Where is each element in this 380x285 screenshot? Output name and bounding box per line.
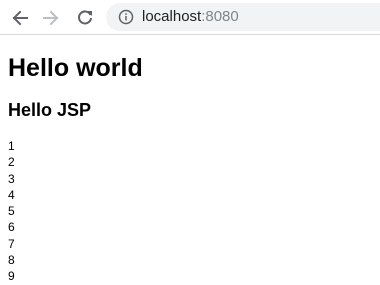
list-item: 2 [8, 155, 15, 170]
forward-button[interactable] [40, 7, 62, 29]
list-item: 4 [8, 187, 15, 202]
info-icon[interactable] [118, 9, 134, 25]
number-list: 1 2 3 4 5 6 7 8 9 [8, 138, 15, 285]
page-subheading: Hello JSP [8, 100, 92, 120]
reload-icon [78, 10, 92, 25]
list-item: 9 [8, 269, 15, 284]
list-item: 5 [8, 204, 15, 219]
forward-arrow-icon [43, 10, 59, 26]
list-item: 3 [8, 171, 15, 186]
list-item: 1 [8, 139, 15, 153]
list-item: 7 [8, 236, 15, 251]
url-text[interactable]: localhost:8080 [142, 8, 239, 26]
url-host: localhost [142, 8, 202, 25]
browser-toolbar: localhost:8080 [0, 0, 380, 35]
back-arrow-icon [12, 10, 28, 26]
list-item: 8 [8, 253, 15, 268]
address-bar[interactable]: localhost:8080 [106, 3, 380, 31]
url-port: :8080 [201, 8, 239, 25]
list-item: 6 [8, 220, 15, 235]
reload-button[interactable] [74, 7, 96, 29]
back-button[interactable] [9, 7, 31, 29]
page-heading: Hello world [8, 54, 143, 82]
